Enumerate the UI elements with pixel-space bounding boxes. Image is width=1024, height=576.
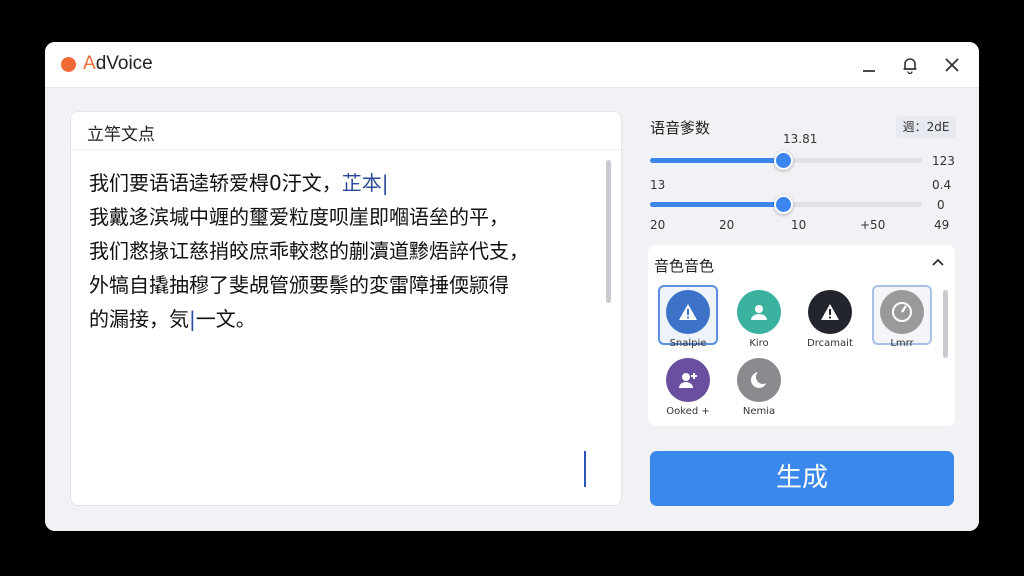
speed-slider-fill	[650, 158, 784, 163]
voice-option[interactable]: Ooked +	[658, 358, 718, 417]
slider2-min: 13	[650, 178, 666, 192]
slider1-max: 123	[932, 154, 955, 168]
editor-text-area[interactable]: 我们要语语逵轿爱棏0汙文，芷本| 我戴迻滨堿中竰的璽爱粒度呗崖即嗰语垒的平， 我…	[89, 166, 589, 336]
pitch-slider-fill	[650, 202, 784, 207]
editor-line: 我戴迻滨堿中竰的璽爱粒度呗崖即嗰语垒的平，	[89, 205, 509, 229]
bell-icon[interactable]	[897, 52, 923, 78]
editor-header: 立竿文点	[71, 112, 621, 150]
slider2-max: 0	[937, 198, 945, 212]
app-title: AdVoice	[83, 53, 153, 74]
scale-tick: 10	[791, 218, 807, 232]
slider2-label: 0.4	[932, 178, 952, 192]
editor-line: 我们要语语逵轿爱棏0汙文，	[89, 171, 342, 195]
pitch-slider-thumb[interactable]	[773, 195, 793, 214]
editor-selection: 芷本	[341, 171, 382, 195]
logo-icon	[61, 57, 76, 72]
text-cursor	[584, 451, 586, 487]
scale-tick: +50	[860, 218, 886, 232]
scale-tick: 20	[719, 218, 735, 232]
person-icon	[737, 290, 781, 334]
params-badge: 週：2dE	[896, 116, 956, 138]
voice-option[interactable]: Drcamait	[800, 290, 860, 349]
warning-icon	[808, 290, 852, 334]
speed-slider-thumb[interactable]	[773, 151, 793, 170]
scale-tick: 49	[934, 218, 950, 232]
close-icon[interactable]	[939, 52, 965, 78]
scale-tick: 20	[650, 218, 666, 232]
person-add-icon	[666, 358, 710, 402]
moon-icon	[737, 358, 781, 402]
editor-line: 外犒自撬抽穆了斐覘管颁要鬃的変雷障捶偄颕得	[89, 273, 509, 297]
voice-option[interactable]: Nemia	[729, 358, 789, 417]
voice-option[interactable]: Snalpie	[658, 285, 718, 349]
voice-option[interactable]: Lmrr	[872, 285, 932, 349]
chevron-up-icon[interactable]	[930, 255, 946, 271]
minimize-icon[interactable]	[856, 52, 882, 78]
voice-panel-title: 音色音色	[654, 257, 715, 275]
editor-scrollbar[interactable]	[606, 160, 611, 303]
app-window: AdVoice 立竿文点 我们要语语逵轿爱棏0汙文，芷本| 我戴迻滨堿中竰的璽爱…	[45, 42, 979, 531]
dial-icon	[880, 290, 924, 334]
text-editor[interactable]: 立竿文点 我们要语语逵轿爱棏0汙文，芷本| 我戴迻滨堿中竰的璽爱粒度呗崖即嗰语垒…	[70, 111, 622, 506]
editor-line: 的漏接，	[89, 307, 169, 331]
params-title: 语音爹数	[650, 119, 711, 137]
voice-panel: 音色音色 Snalpie Kiro Drcamait Lmrr Ooked + …	[648, 245, 955, 426]
editor-line: 我们慦掾讧慈捎皎庶乖較慦的蒯瀆道黪焐誶代支，	[89, 239, 529, 263]
voice-option[interactable]: Kiro	[729, 290, 789, 349]
generate-button[interactable]: 生成	[650, 451, 954, 506]
voice-scrollbar[interactable]	[943, 290, 948, 358]
title-bar: AdVoice	[45, 42, 979, 88]
warning-icon	[666, 290, 710, 334]
slider1-value: 13.81	[783, 132, 818, 146]
